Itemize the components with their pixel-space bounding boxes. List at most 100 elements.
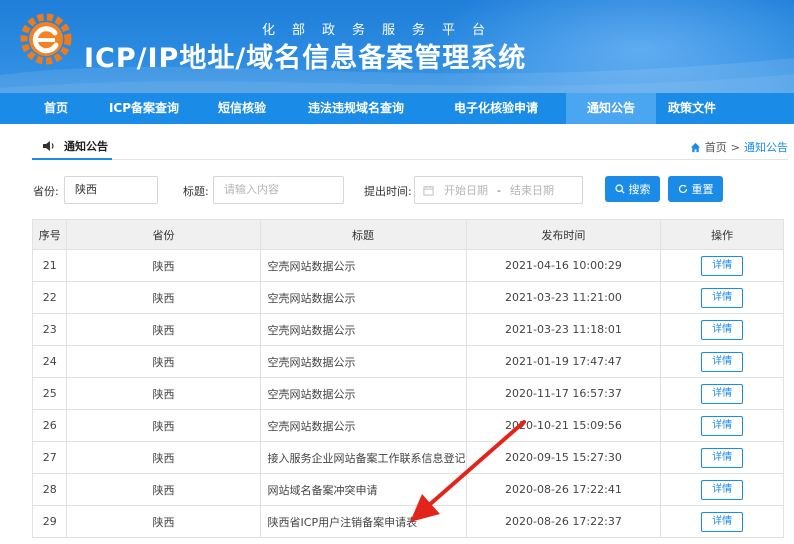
breadcrumb-current: 通知公告 bbox=[744, 141, 788, 154]
start-date-input[interactable]: 开始日期 bbox=[444, 182, 488, 198]
cell-no: 21 bbox=[31, 249, 68, 282]
cell-no: 25 bbox=[31, 377, 68, 410]
province-label: 省份: bbox=[33, 185, 59, 198]
cell-time: 2020-08-26 17:22:41 bbox=[465, 473, 662, 506]
notice-table: 序号 省份 标题 发布时间 操作 21 陕西 空壳网站数据公示 2021-04-16 … bbox=[31, 219, 784, 538]
detail-button[interactable]: 详情 bbox=[701, 255, 744, 276]
nav-item-illegal-domain-query[interactable]: 违法违规域名查询 bbox=[288, 93, 424, 124]
cell-action: 详情 bbox=[660, 473, 784, 506]
cell-province: 陕西 bbox=[66, 345, 261, 378]
cell-province: 陕西 bbox=[66, 505, 261, 538]
cell-action: 详情 bbox=[660, 313, 784, 346]
detail-button[interactable]: 详情 bbox=[701, 447, 744, 468]
detail-button[interactable]: 详情 bbox=[701, 479, 744, 500]
cell-no: 24 bbox=[31, 345, 68, 378]
cell-title: 网站域名备案冲突申请 bbox=[259, 473, 467, 506]
cell-action: 详情 bbox=[660, 249, 784, 282]
breadcrumb-separator: > bbox=[730, 140, 740, 154]
search-button[interactable]: 搜索 bbox=[605, 176, 660, 202]
table-row: 29 陕西 陕西省ICP用户注销备案申请表 2020-08-26 17:22:37 详情 bbox=[31, 505, 784, 538]
cell-time: 2021-03-23 11:18:01 bbox=[465, 313, 662, 346]
detail-button[interactable]: 详情 bbox=[701, 511, 744, 532]
reset-button[interactable]: 重置 bbox=[668, 176, 723, 202]
cell-action: 详情 bbox=[660, 505, 784, 538]
table-header-row: 序号 省份 标题 发布时间 操作 bbox=[31, 219, 784, 250]
table-body: 21 陕西 空壳网站数据公示 2021-04-16 10:00:29 详情 22 陕西 空壳网… bbox=[31, 249, 784, 538]
cell-title: 空壳网站数据公示 bbox=[259, 249, 467, 282]
main-nav: 首页 ICP备案查询 短信核验 违法违规域名查询 电子化核验申请 通知公告 政策… bbox=[0, 93, 794, 124]
nav-item-home[interactable]: 首页 bbox=[33, 93, 79, 124]
filter-bar: 省份: 陕西 标题: 请输入内容 提出时间: 开始日期 - 结束日期 搜索 重置 bbox=[0, 176, 794, 204]
date-label: 提出时间: bbox=[364, 185, 412, 198]
end-date-input[interactable]: 结束日期 bbox=[510, 182, 554, 198]
search-button-label: 搜索 bbox=[628, 183, 651, 196]
province-input[interactable]: 陕西 bbox=[64, 176, 158, 204]
cell-action: 详情 bbox=[660, 409, 784, 442]
reset-button-label: 重置 bbox=[691, 183, 714, 196]
cell-province: 陕西 bbox=[66, 441, 261, 474]
table-row: 23 陕西 空壳网站数据公示 2021-03-23 11:18:01 详情 bbox=[31, 313, 784, 346]
date-separator: - bbox=[497, 183, 501, 197]
cell-no: 26 bbox=[31, 409, 68, 442]
refresh-icon bbox=[678, 184, 687, 194]
nav-item-policy[interactable]: 政策文件 bbox=[656, 93, 728, 124]
cell-title: 空壳网站数据公示 bbox=[259, 345, 467, 378]
cell-time: 2021-04-16 10:00:29 bbox=[465, 249, 662, 282]
cell-no: 27 bbox=[31, 441, 68, 474]
cell-province: 陕西 bbox=[66, 377, 261, 410]
cell-title: 空壳网站数据公示 bbox=[259, 313, 467, 346]
detail-button[interactable]: 详情 bbox=[701, 319, 744, 340]
section-tab-label: 通知公告 bbox=[64, 140, 108, 153]
table-row: 21 陕西 空壳网站数据公示 2021-04-16 10:00:29 详情 bbox=[31, 249, 784, 282]
cell-no: 22 bbox=[31, 281, 68, 314]
col-header-province: 省份 bbox=[66, 219, 261, 250]
cell-title: 空壳网站数据公示 bbox=[259, 281, 467, 314]
system-title: ICP/IP地址/域名信息备案管理系统 bbox=[84, 43, 527, 74]
breadcrumb: 首页 > 通知公告 bbox=[690, 139, 788, 155]
table-row: 25 陕西 空壳网站数据公示 2020-11-17 16:57:37 详情 bbox=[31, 377, 784, 410]
date-range-picker[interactable]: 开始日期 - 结束日期 bbox=[414, 176, 583, 204]
header-banner: 化部政务服务平台 ICP/IP地址/域名信息备案管理系统 bbox=[0, 0, 794, 93]
cell-title: 空壳网站数据公示 bbox=[259, 409, 467, 442]
cell-title: 接入服务企业网站备案工作联系信息登记 bbox=[259, 441, 467, 474]
nav-item-notice[interactable]: 通知公告 bbox=[566, 93, 656, 124]
cell-time: 2021-03-23 11:21:00 bbox=[465, 281, 662, 314]
nav-item-icp-query[interactable]: ICP备案查询 bbox=[94, 93, 194, 124]
cell-time: 2020-09-15 15:27:30 bbox=[465, 441, 662, 474]
cell-action: 详情 bbox=[660, 345, 784, 378]
detail-button[interactable]: 详情 bbox=[701, 351, 744, 372]
title-label: 标题: bbox=[183, 185, 209, 198]
nav-item-sms-verify[interactable]: 短信核验 bbox=[206, 93, 278, 124]
search-icon bbox=[614, 184, 625, 194]
cell-action: 详情 bbox=[660, 441, 784, 474]
cell-no: 28 bbox=[31, 473, 68, 506]
cell-title: 陕西省ICP用户注销备案申请表 bbox=[259, 505, 467, 538]
cell-title: 空壳网站数据公示 bbox=[259, 377, 467, 410]
detail-button[interactable]: 详情 bbox=[701, 415, 744, 436]
table-row: 26 陕西 空壳网站数据公示 2020-10-21 15:09:56 详情 bbox=[31, 409, 784, 442]
calendar-icon bbox=[423, 185, 434, 196]
detail-button[interactable]: 详情 bbox=[701, 287, 744, 308]
cell-province: 陕西 bbox=[66, 313, 261, 346]
breadcrumb-home[interactable]: 首页 bbox=[705, 139, 727, 155]
cell-province: 陕西 bbox=[66, 249, 261, 282]
table-row: 22 陕西 空壳网站数据公示 2021-03-23 11:21:00 详情 bbox=[31, 281, 784, 314]
nav-item-e-verify-apply[interactable]: 电子化核验申请 bbox=[436, 93, 556, 124]
table-row: 27 陕西 接入服务企业网站备案工作联系信息登记 2020-09-15 15:27:3… bbox=[31, 441, 784, 474]
cell-no: 29 bbox=[31, 505, 68, 538]
section-header: 通知公告 首页 > 通知公告 bbox=[32, 134, 788, 160]
col-header-no: 序号 bbox=[31, 219, 68, 250]
title-input[interactable]: 请输入内容 bbox=[213, 176, 344, 204]
cell-time: 2020-11-17 16:57:37 bbox=[465, 377, 662, 410]
cell-time: 2020-08-26 17:22:37 bbox=[465, 505, 662, 538]
cell-time: 2020-10-21 15:09:56 bbox=[465, 409, 662, 442]
speaker-icon bbox=[43, 141, 54, 151]
cell-province: 陕西 bbox=[66, 409, 261, 442]
col-header-action: 操作 bbox=[660, 219, 784, 250]
home-icon bbox=[690, 142, 700, 152]
cell-province: 陕西 bbox=[66, 473, 261, 506]
col-header-time: 发布时间 bbox=[465, 219, 662, 250]
cell-action: 详情 bbox=[660, 377, 784, 410]
logo-icon bbox=[20, 13, 72, 65]
detail-button[interactable]: 详情 bbox=[701, 383, 744, 404]
